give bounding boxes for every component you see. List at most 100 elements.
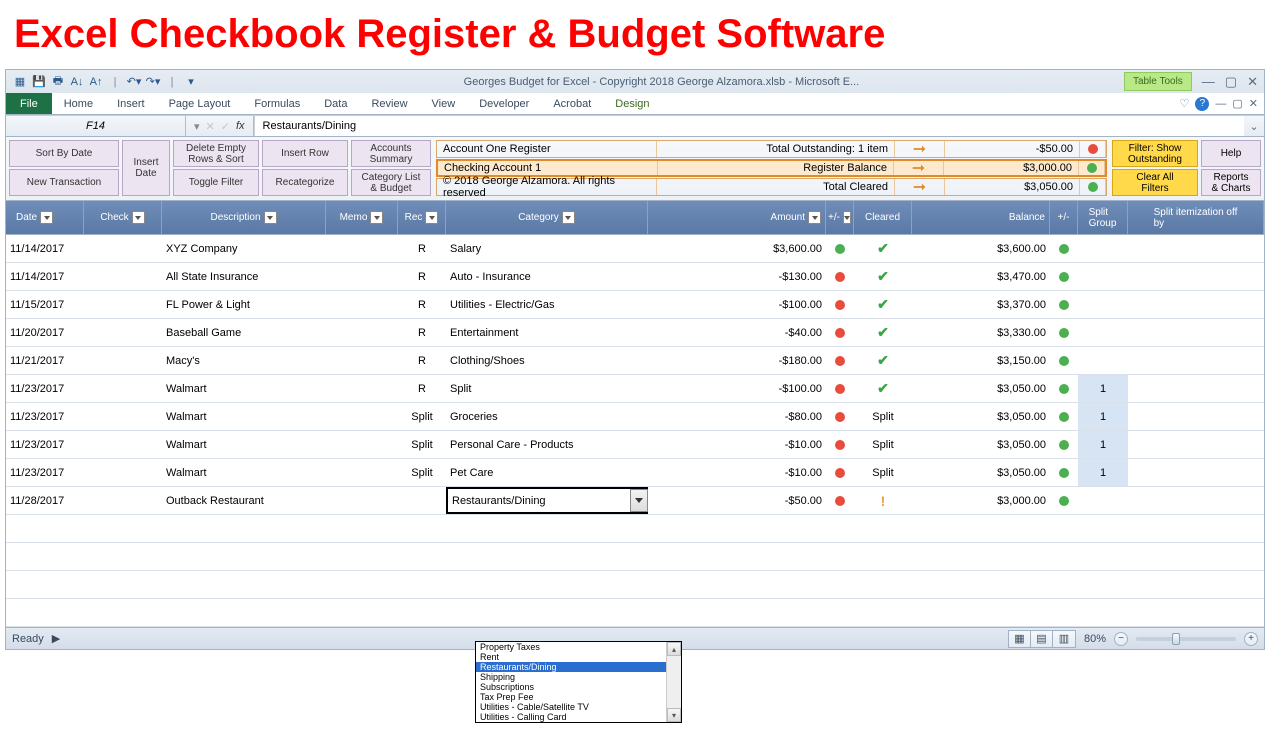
- undo-icon[interactable]: ↶▾: [126, 74, 142, 90]
- cell-split-group[interactable]: [1078, 347, 1128, 374]
- accounts-summary-button[interactable]: Accounts Summary: [351, 140, 431, 167]
- cell-description[interactable]: Outback Restaurant: [162, 487, 326, 514]
- cell-split-by[interactable]: [1128, 487, 1264, 514]
- table-row-empty[interactable]: [6, 543, 1264, 571]
- cell-memo[interactable]: [326, 235, 398, 262]
- redo-icon[interactable]: ↷▾: [145, 74, 161, 90]
- table-row-empty[interactable]: [6, 599, 1264, 627]
- scroll-up-icon[interactable]: ▴: [667, 642, 681, 656]
- cell-cleared[interactable]: Split: [854, 431, 912, 458]
- cell-description[interactable]: Walmart: [162, 431, 326, 458]
- recategorize-button[interactable]: Recategorize: [262, 169, 348, 196]
- cell-date[interactable]: 11/21/2017: [6, 347, 84, 374]
- filter-pm1-icon[interactable]: [843, 211, 851, 224]
- cell-rec[interactable]: Split: [398, 431, 446, 458]
- sort-desc-icon[interactable]: A↑: [88, 74, 104, 90]
- cell-amount[interactable]: -$10.00: [648, 431, 826, 458]
- insert-row-button[interactable]: Insert Row: [262, 140, 348, 167]
- cell-split-by[interactable]: [1128, 235, 1264, 262]
- cell-category[interactable]: Utilities - Electric/Gas: [446, 291, 648, 318]
- table-row[interactable]: 11/23/2017WalmartSplitGroceries-$80.00Sp…: [6, 403, 1264, 431]
- page-layout-view-icon[interactable]: ▤: [1031, 631, 1053, 647]
- cell-memo[interactable]: [326, 263, 398, 290]
- cell-category[interactable]: Pet Care: [446, 459, 648, 486]
- cell-amount[interactable]: -$40.00: [648, 319, 826, 346]
- category-dropdown[interactable]: Property TaxesRentRestaurants/DiningShip…: [475, 641, 682, 723]
- cell-cleared[interactable]: ✔: [854, 319, 912, 346]
- ribbon-minimize-icon[interactable]: ―: [1215, 98, 1226, 110]
- cell-amount[interactable]: -$100.00: [648, 291, 826, 318]
- dropdown-item[interactable]: Tax Prep Fee: [476, 692, 681, 702]
- cell-check[interactable]: [84, 431, 162, 458]
- cell-category[interactable]: Groceries: [446, 403, 648, 430]
- cell-rec[interactable]: Split: [398, 459, 446, 486]
- filter-rec-icon[interactable]: [425, 211, 438, 224]
- cell-date[interactable]: 11/14/2017: [6, 235, 84, 262]
- maximize-button[interactable]: ▢: [1225, 74, 1237, 90]
- filter-check-icon[interactable]: [132, 211, 145, 224]
- dropdown-item[interactable]: Rent: [476, 652, 681, 662]
- filter-date-icon[interactable]: [40, 211, 53, 224]
- zoom-out-button[interactable]: −: [1114, 632, 1128, 646]
- close-button[interactable]: ✕: [1247, 74, 1258, 90]
- cell-check[interactable]: [84, 263, 162, 290]
- filter-amount-icon[interactable]: [808, 211, 821, 224]
- sort-asc-icon[interactable]: A↓: [69, 74, 85, 90]
- ribbon-tab-developer[interactable]: Developer: [467, 95, 541, 113]
- cell-check[interactable]: [84, 487, 162, 514]
- zoom-in-button[interactable]: +: [1244, 632, 1258, 646]
- table-row[interactable]: 11/21/2017Macy'sRClothing/Shoes-$180.00✔…: [6, 347, 1264, 375]
- dropdown-item[interactable]: Subscriptions: [476, 682, 681, 692]
- cell-split-by[interactable]: [1128, 263, 1264, 290]
- cancel-formula-icon[interactable]: ✕: [206, 120, 215, 133]
- excel-icon[interactable]: ▦: [12, 74, 28, 90]
- print-icon[interactable]: 🖶: [50, 74, 66, 90]
- table-row[interactable]: 11/14/2017All State InsuranceRAuto - Ins…: [6, 263, 1264, 291]
- cell-cleared[interactable]: !: [854, 487, 912, 514]
- help-button[interactable]: Help: [1201, 140, 1261, 167]
- minimize-button[interactable]: ―: [1202, 74, 1215, 90]
- help-icon[interactable]: ?: [1195, 97, 1209, 111]
- cell-split-by[interactable]: [1128, 347, 1264, 374]
- table-row[interactable]: 11/23/2017WalmartSplitPet Care-$10.00Spl…: [6, 459, 1264, 487]
- cell-split-group[interactable]: [1078, 319, 1128, 346]
- table-row[interactable]: 11/23/2017WalmartSplitPersonal Care - Pr…: [6, 431, 1264, 459]
- cell-split-group[interactable]: 1: [1078, 403, 1128, 430]
- cell-check[interactable]: [84, 235, 162, 262]
- cell-split-by[interactable]: [1128, 431, 1264, 458]
- cell-rec[interactable]: R: [398, 319, 446, 346]
- cell-rec[interactable]: [398, 487, 446, 514]
- cell-split-by[interactable]: [1128, 403, 1264, 430]
- cell-check[interactable]: [84, 319, 162, 346]
- cell-cleared[interactable]: Split: [854, 403, 912, 430]
- ribbon-tab-view[interactable]: View: [420, 95, 468, 113]
- clear-filters-button[interactable]: Clear All Filters: [1112, 169, 1198, 196]
- cell-check[interactable]: [84, 375, 162, 402]
- fx-icon[interactable]: fx: [236, 120, 245, 132]
- cell-date[interactable]: 11/20/2017: [6, 319, 84, 346]
- filter-cat-icon[interactable]: [562, 211, 575, 224]
- cell-category[interactable]: Split: [446, 375, 648, 402]
- cell-split-by[interactable]: [1128, 375, 1264, 402]
- cell-rec[interactable]: Split: [398, 403, 446, 430]
- macro-record-icon[interactable]: ▶: [52, 632, 60, 645]
- cell-split-group[interactable]: 1: [1078, 375, 1128, 402]
- cell-cleared[interactable]: ✔: [854, 347, 912, 374]
- table-row-empty[interactable]: [6, 515, 1264, 543]
- cell-date[interactable]: 11/23/2017: [6, 403, 84, 430]
- cell-memo[interactable]: [326, 487, 398, 514]
- cell-memo[interactable]: [326, 459, 398, 486]
- ribbon-tab-acrobat[interactable]: Acrobat: [541, 95, 603, 113]
- filter-show-outstanding-button[interactable]: Filter: Show Outstanding: [1112, 140, 1198, 167]
- cell-date[interactable]: 11/15/2017: [6, 291, 84, 318]
- cell-date[interactable]: 11/14/2017: [6, 263, 84, 290]
- cell-cleared[interactable]: Split: [854, 459, 912, 486]
- cell-split-by[interactable]: [1128, 291, 1264, 318]
- reports-button[interactable]: Reports & Charts: [1201, 169, 1261, 196]
- cell-description[interactable]: Baseball Game: [162, 319, 326, 346]
- confirm-formula-icon[interactable]: ✓: [221, 120, 230, 133]
- cell-cleared[interactable]: ✔: [854, 263, 912, 290]
- dropdown-toggle-icon[interactable]: [630, 489, 648, 512]
- table-row[interactable]: 11/23/2017WalmartRSplit-$100.00✔$3,050.0…: [6, 375, 1264, 403]
- cell-description[interactable]: FL Power & Light: [162, 291, 326, 318]
